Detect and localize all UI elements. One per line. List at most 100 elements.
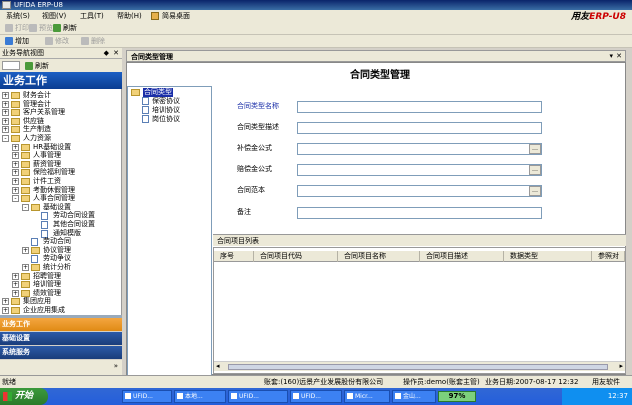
folder-open-icon (131, 89, 140, 96)
expand-icon[interactable]: + (12, 186, 19, 194)
expand-icon[interactable]: + (12, 272, 19, 280)
field-input[interactable] (297, 122, 542, 134)
folder-open-icon (31, 203, 40, 211)
menu-help[interactable]: 帮助(H) (117, 11, 142, 21)
field-input[interactable] (297, 101, 542, 113)
grid-column-header[interactable]: 合同项目描述 (420, 251, 504, 262)
app-icon (395, 393, 401, 399)
folder-icon (11, 126, 20, 134)
print-button[interactable]: 打印 (4, 23, 29, 33)
lookup-button[interactable]: … (529, 186, 541, 196)
refresh-button[interactable]: 刷新 (52, 23, 77, 33)
menu-simple-desktop[interactable]: 简易桌面 (162, 11, 190, 21)
taskbar-item[interactable]: 金山... (392, 390, 436, 403)
nav-refresh-button[interactable]: 刷新 (24, 61, 49, 71)
window-title: UFIDA ERP-U8 (14, 1, 63, 9)
scroll-right-icon[interactable]: ▸ (619, 362, 623, 370)
folder-icon (11, 109, 20, 117)
lookup-button[interactable]: … (529, 165, 541, 175)
page-title: 合同类型管理 (350, 70, 410, 81)
folder-icon (11, 100, 20, 108)
expand-icon[interactable]: + (2, 298, 9, 306)
add-button[interactable]: 增加 (4, 36, 29, 46)
clock: 12:37 (607, 392, 628, 400)
grid-title: 合同项目列表 (213, 234, 626, 246)
field-input[interactable] (297, 185, 542, 197)
taskbar-item[interactable]: UFID... (228, 390, 288, 403)
app-icon (347, 393, 353, 399)
expand-icon[interactable]: + (2, 100, 9, 108)
collapse-icon[interactable]: - (2, 135, 9, 142)
field-input[interactable] (297, 143, 542, 155)
grid-column-header[interactable]: 序号 (214, 251, 254, 262)
expand-icon[interactable]: + (2, 117, 9, 125)
expand-icon[interactable]: + (12, 143, 19, 151)
grid-header: 序号 合同项目代码 合同项目名称 合同项目描述 数据类型 参照对 (214, 251, 625, 262)
document-tab[interactable]: 合同类型管理 ▾ ✕ (126, 50, 626, 62)
field-label: 合同范本 (237, 186, 265, 194)
document-icon (41, 221, 48, 229)
nav-toolbar: 刷新 (0, 59, 122, 72)
grid-column-header[interactable]: 数据类型 (504, 251, 592, 262)
field-input[interactable] (297, 207, 542, 219)
collapse-icon[interactable]: - (12, 195, 19, 203)
expand-icon[interactable]: + (2, 126, 9, 134)
scroll-left-icon[interactable]: ◂ (216, 362, 220, 370)
start-button[interactable]: 开始 (0, 388, 48, 405)
lookup-button[interactable]: … (529, 144, 541, 154)
pin-icon[interactable]: ◆ (104, 48, 109, 59)
edit-icon (45, 37, 53, 45)
close-icon[interactable]: ✕ (113, 48, 119, 59)
menu-system[interactable]: 系统(S) (6, 11, 30, 21)
expand-icon[interactable]: + (12, 289, 19, 297)
horizontal-scrollbar[interactable]: ◂ ▸ (214, 361, 625, 371)
taskbar-item[interactable]: UFID... (290, 390, 342, 403)
expand-icon[interactable]: + (12, 152, 19, 160)
delete-button[interactable]: 删除 (80, 36, 105, 46)
tab-menu-icon[interactable]: ▾ (609, 52, 613, 60)
taskbar-item[interactable]: Micr... (344, 390, 390, 403)
menu-view[interactable]: 视图(V) (42, 11, 66, 21)
taskbar-item[interactable]: 本地... (174, 390, 226, 403)
field-input[interactable] (297, 164, 542, 176)
expand-icon[interactable]: + (2, 109, 9, 117)
expand-icon[interactable]: » (114, 362, 118, 370)
preview-button[interactable]: 预览 (28, 23, 53, 33)
grid-column-header[interactable]: 合同项目代码 (254, 251, 338, 262)
nav-business-work-button[interactable]: 业务工作 (0, 318, 122, 331)
edit-button[interactable]: 修改 (44, 36, 69, 46)
folder-icon (21, 272, 30, 280)
expand-icon[interactable]: + (2, 92, 9, 99)
taskbar-item-label: UFID... (133, 393, 153, 400)
folder-icon (11, 307, 20, 314)
expand-icon[interactable]: + (22, 264, 29, 271)
close-icon[interactable]: ✕ (616, 52, 622, 60)
scroll-thumb[interactable] (228, 364, 608, 370)
taskbar-item-label: 本地... (185, 393, 203, 400)
nav-basic-settings-button[interactable]: 基础设置 (0, 332, 122, 345)
document-icon (31, 255, 38, 264)
expand-icon[interactable]: + (12, 169, 19, 177)
contract-items-grid (213, 247, 626, 374)
delete-icon (81, 37, 89, 45)
view-dropdown[interactable] (2, 61, 20, 70)
grid-column-header[interactable]: 参照对 (592, 251, 625, 262)
expand-icon[interactable]: + (12, 281, 19, 289)
add-icon (5, 37, 13, 45)
menu-tools[interactable]: 工具(T) (80, 11, 104, 21)
expand-icon[interactable]: + (12, 160, 19, 168)
nav-system-service-button[interactable]: 系统服务 (0, 346, 122, 359)
grid-column-header[interactable]: 合同项目名称 (338, 251, 420, 262)
document-icon (142, 106, 149, 114)
document-icon (142, 97, 149, 105)
collapse-icon[interactable]: - (22, 203, 29, 211)
nav-banner: 业务工作 (0, 72, 122, 89)
contract-type-tree: 合同类型 保密协议 培训协议 岗位协议 (127, 86, 212, 376)
expand-icon[interactable]: + (2, 307, 9, 314)
folder-icon (21, 160, 30, 168)
expand-icon[interactable]: + (12, 178, 19, 185)
folder-icon (21, 169, 30, 177)
expand-icon[interactable]: + (22, 246, 29, 254)
field-label: 赔偿金公式 (237, 165, 272, 173)
taskbar-item[interactable]: UFID... (122, 390, 172, 403)
